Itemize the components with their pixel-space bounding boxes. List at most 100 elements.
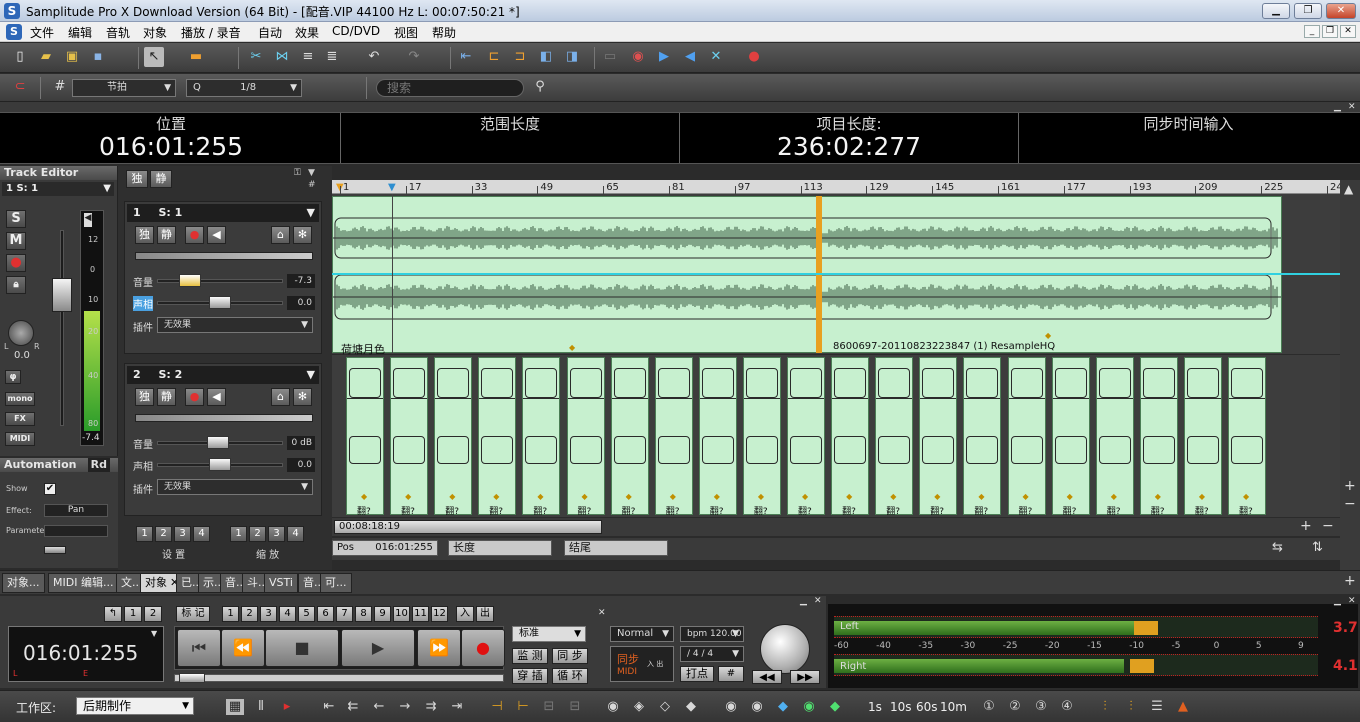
marker-group-2-button[interactable]: 2 [144,606,162,622]
marker-3-button[interactable]: 3 [260,606,277,622]
range-disabled-icon[interactable]: ⊟ [540,699,558,715]
jump-prev-icon[interactable]: ◧ [536,47,556,67]
freeze-icon[interactable]: ✻ [293,226,312,244]
range-tool-icon[interactable]: ▬ [186,47,206,67]
jog-wheel[interactable] [760,624,810,674]
marker-8-button[interactable]: 8 [355,606,372,622]
audio-object-segment[interactable]: ◆ 翻? [698,357,737,517]
view-6-icon[interactable]: ◉ [748,699,766,715]
snapshot-2-icon[interactable]: ② [1006,699,1024,715]
track-select-dropdown[interactable]: 1 S: 1 ▼ [2,182,114,196]
bpm-field[interactable]: bpm 120.00 ▼ [680,626,744,642]
track-solo-button[interactable]: 独 [135,226,154,244]
volume-slider[interactable] [179,274,201,287]
snap-magnet-icon[interactable]: ⊂ [10,77,30,97]
audio-object-segment[interactable]: ◆ 翻? [1007,357,1046,517]
settings-group-2-button[interactable]: 2 [155,526,172,542]
fade-handle-icon[interactable]: ◆ [537,492,543,501]
pan-slider[interactable] [209,296,231,309]
step-forward-icon[interactable]: → [396,699,414,715]
fade-handle-icon[interactable]: ◆ [670,492,676,501]
view-5-icon[interactable]: ◉ [722,699,740,715]
monitor-button[interactable]: 监 测 [512,648,548,664]
fast-forward-icon[interactable]: ⏩ [417,629,461,667]
menu-view[interactable]: 视图 [394,24,418,41]
marker-label-button[interactable]: 标 记 [176,606,210,622]
menu-track[interactable]: 音轨 [106,24,130,41]
zoom-60s-button[interactable]: 60s [916,700,938,714]
track-mute-button[interactable]: 静 [157,226,176,244]
transport-mode-dropdown[interactable]: 标准 ▼ [512,626,586,642]
zoom-in-icon[interactable]: + [1344,478,1356,494]
pan-value[interactable]: 0.0 [287,458,315,472]
fade-handle-icon[interactable]: ◆ [934,492,940,501]
project-length-display[interactable]: 项目长度: 236:02:277 [680,113,1019,163]
fade-handle-icon[interactable]: ◆ [361,492,367,501]
click-button[interactable]: 打点 [680,666,714,682]
crossfade-icon[interactable]: ✕ [706,47,726,67]
mixer-view-icon[interactable]: ⫴ [252,699,270,715]
solo-button[interactable]: S [6,210,26,228]
phase-icon[interactable]: φ [5,370,21,384]
mdi-restore-button[interactable]: ❐ [1322,25,1338,38]
audio-object-segment[interactable]: ◆ 翻? [566,357,605,517]
track-mute-button[interactable]: 静 [157,388,176,406]
magnet-icon[interactable]: ● [744,47,764,67]
tab-midi-editor[interactable]: MIDI 编辑... [48,573,119,593]
fade-handle-icon[interactable]: ◆ [449,492,455,501]
save-icon[interactable]: ▪ [88,47,108,67]
menu-playback-record[interactable]: 播放 / 录音 [181,24,241,41]
audio-object-segment[interactable]: ◆ 翻? [1051,357,1090,517]
read-mode-button[interactable]: Rd [87,458,110,472]
audio-object-segment[interactable]: ◆ 翻? [1183,357,1222,517]
sync-time-display[interactable]: 同步时间输入 [1019,113,1358,163]
audio-object-segment[interactable]: ◆ 翻? [963,357,1002,517]
tabs-add-icon[interactable]: + [1344,573,1356,589]
record-icon[interactable]: ● [461,629,505,667]
play-forward-icon[interactable]: ▶ [654,47,674,67]
mono-button[interactable]: mono [5,392,35,406]
play-icon[interactable]: ▶ [341,629,415,667]
punch-button[interactable]: 穿 插 [512,668,548,684]
marker-9-button[interactable]: 9 [374,606,391,622]
audio-object-segment[interactable]: ◆ 翻? [434,357,473,517]
marker-11-button[interactable]: 11 [412,606,429,622]
view-9-icon[interactable]: ◆ [826,699,844,715]
speaker-icon[interactable]: ◀ [207,388,226,406]
list-icon[interactable]: ☰ [1148,699,1166,715]
parameter-slider[interactable] [44,546,66,554]
menu-help[interactable]: 帮助 [432,24,456,41]
marker-1-button[interactable]: 1 [222,606,239,622]
header-grid-icon[interactable]: # [308,180,316,190]
tab-object-manager[interactable]: 对象... [2,573,45,593]
stop-icon[interactable]: ■ [265,629,339,667]
fade-handle-icon[interactable]: ◆ [1199,492,1205,501]
zoom-out-icon[interactable]: − [1344,496,1356,512]
view-1-icon[interactable]: ◉ [604,699,622,715]
pos-field[interactable]: Pos 016:01:255 [332,540,438,556]
transport-minimize-icon[interactable]: ▁ [800,596,807,606]
go-end-icon[interactable]: ⇥ [448,699,466,715]
position-display[interactable]: 位置 016:01:255 [2,113,341,163]
view-3-icon[interactable]: ◇ [656,699,674,715]
effect-select[interactable]: Pan [44,504,108,517]
solo-all-button[interactable]: 独 [126,170,148,188]
marker-7-button[interactable]: 7 [336,606,353,622]
tab-vsti[interactable]: VSTi [264,573,298,593]
mdi-minimize-button[interactable]: _ [1304,25,1320,38]
view-4-icon[interactable]: ◆ [682,699,700,715]
fade-handle-icon[interactable]: ◆ [802,492,808,501]
snapshot-1-icon[interactable]: ① [980,699,998,715]
audio-object-segment[interactable]: ◆ 翻? [742,357,781,517]
track-lane-2[interactable]: ◆ 翻? ◆ 翻? ◆ 翻? ◆ 翻? ◆ 翻? ◆ 翻? ◆ 翻? ◆ 翻? ◆ 翻? ◆ 翻? ◆ 翻? ◆ 翻? ◆ 翻? ◆… [332,355,1340,517]
audio-object-segment[interactable]: ◆ 翻? [1095,357,1134,517]
range-start-icon[interactable]: ⊣ [488,699,506,715]
spectrum-icon[interactable]: ▲ [1174,699,1192,715]
lock-icon[interactable]: ⌂ [271,226,290,244]
go-start-icon[interactable]: ⇤ [320,699,338,715]
track-name-bar[interactable]: 1 S: 1 ▼ [127,204,319,222]
mute-button[interactable]: M [6,232,26,250]
settings-group-4-button[interactable]: 4 [193,526,210,542]
freeze-icon[interactable]: ✻ [293,388,312,406]
speaker-icon[interactable]: ◀ [207,226,226,244]
